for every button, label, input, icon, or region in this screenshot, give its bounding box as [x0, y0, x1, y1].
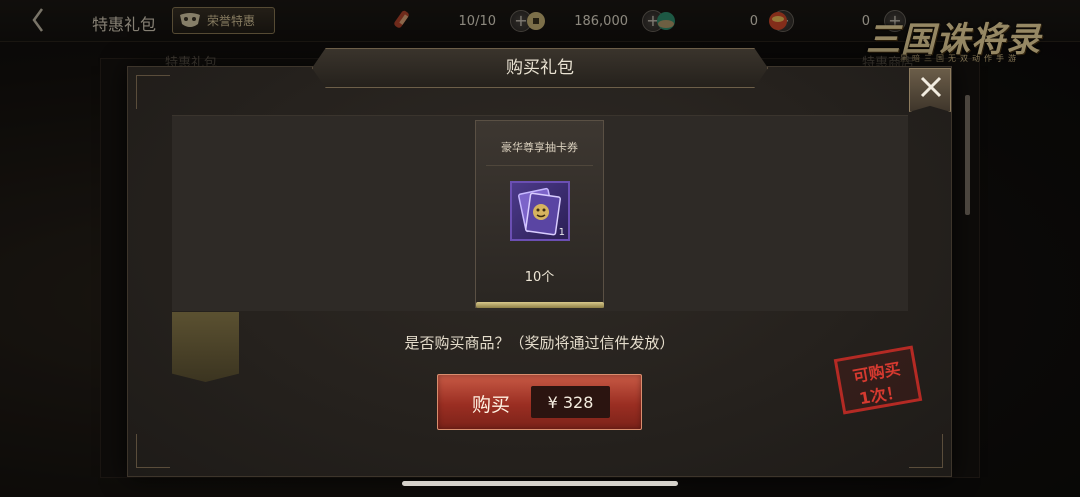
price-tag: ¥ 328 [531, 386, 610, 418]
purchase-confirmation-text: 是否购买商品？（奖励将通过信件发放） [404, 334, 675, 352]
reward-item-card[interactable]: 豪华尊享抽卡券 1 10个 [475, 120, 604, 308]
close-icon [920, 76, 942, 98]
dialog-corner-ornament [136, 434, 170, 468]
reward-item-name: 豪华尊享抽卡券 [501, 141, 578, 154]
dialog-corner-ornament [136, 75, 170, 109]
scrollbar[interactable] [965, 95, 970, 215]
dialog-corner-ornament [909, 434, 943, 468]
buy-button-label: 购买 [472, 394, 511, 416]
price-value: ¥ 328 [547, 392, 594, 412]
dialog-title: 购买礼包 [506, 58, 574, 78]
card-highlight-bar [476, 302, 604, 308]
home-indicator[interactable] [402, 481, 678, 486]
close-button[interactable] [909, 68, 951, 112]
reward-item-count: 10个 [524, 270, 555, 285]
ticket-card-icon[interactable]: 1 [510, 181, 570, 241]
buy-button[interactable]: 购买 ¥ 328 [437, 374, 642, 430]
item-quantity-badge: 1 [558, 227, 565, 238]
divider [486, 165, 593, 166]
